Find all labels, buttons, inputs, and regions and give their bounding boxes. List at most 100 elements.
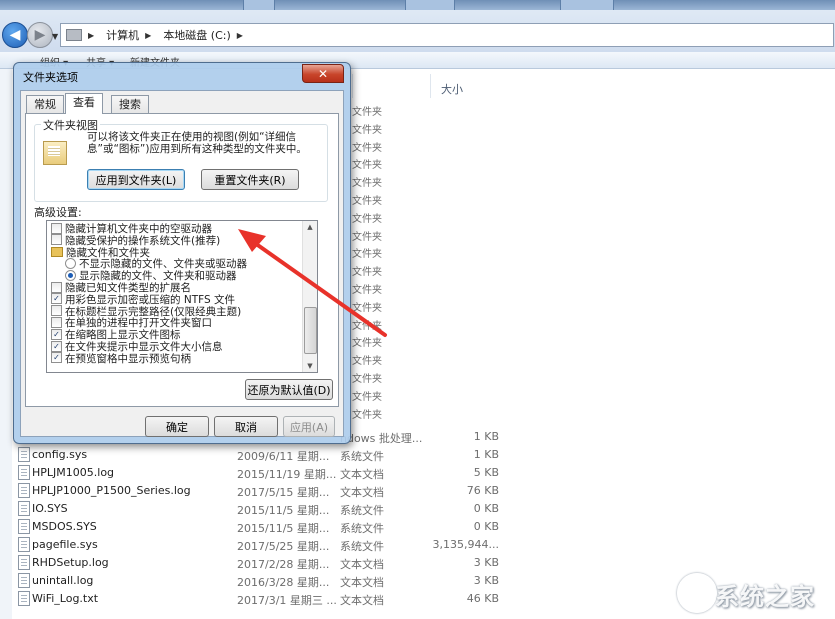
checkbox-checked[interactable]: ✓ [51, 293, 62, 304]
chevron-right-icon[interactable]: ▶ [145, 31, 151, 40]
advanced-option-label: 隐藏文件和文件夹 [66, 247, 150, 259]
size-column-header[interactable]: 大小 [441, 81, 463, 97]
file-type: 文本文档 [340, 556, 384, 572]
file-name: RHDSetup.log [32, 556, 109, 569]
row-type-label: 文件夹 [352, 103, 382, 118]
checkbox-checked[interactable]: ✓ [51, 329, 62, 340]
file-size: 1 KB [379, 448, 499, 461]
file-date: 2015/11/5 星期... [237, 502, 329, 518]
breadcrumb-local-disk[interactable]: 本地磁盘 (C:) [163, 27, 230, 43]
file-icon [18, 519, 30, 534]
row-type-label: 文件夹 [352, 281, 382, 296]
advanced-option-label: 在标题栏显示完整路径(仅限经典主题) [65, 306, 241, 318]
file-row[interactable]: config.sys2009/6/11 星期...系统文件1 KB [12, 445, 835, 463]
radio[interactable] [65, 258, 76, 269]
column-divider[interactable] [352, 74, 353, 98]
advanced-option[interactable]: 隐藏已知文件类型的扩展名 [51, 282, 191, 294]
file-date: 2017/3/1 星期三 ... [237, 592, 337, 608]
file-row[interactable]: pagefile.sys2017/5/25 星期...系统文件3,135,944… [12, 535, 835, 553]
radio-selected[interactable] [65, 270, 76, 281]
taskbar-button[interactable] [243, 0, 275, 10]
taskbar-button[interactable] [405, 0, 455, 10]
reset-folders-button[interactable]: 重置文件夹(R) [201, 169, 299, 190]
advanced-option[interactable]: ✓在缩略图上显示文件图标 [51, 329, 181, 341]
address-field[interactable]: ▶ 计算机 ▶ 本地磁盘 (C:) ▶ [60, 23, 834, 47]
advanced-option-label: 隐藏已知文件类型的扩展名 [65, 282, 191, 294]
advanced-settings-list[interactable]: 隐藏计算机文件夹中的空驱动器隐藏受保护的操作系统文件(推荐)隐藏文件和文件夹不显… [46, 220, 318, 373]
file-size: 3 KB [379, 574, 499, 587]
scroll-up-icon[interactable]: ▲ [303, 221, 317, 233]
dialog-title: 文件夹选项 [23, 69, 78, 85]
advanced-option-label: 用彩色显示加密或压缩的 NTFS 文件 [65, 294, 235, 306]
file-type: 文本文档 [340, 574, 384, 590]
file-name: pagefile.sys [32, 538, 98, 551]
file-size: 0 KB [379, 520, 499, 533]
cancel-button[interactable]: 取消 [214, 416, 278, 437]
apply-to-folders-button[interactable]: 应用到文件夹(L) [87, 169, 185, 190]
restore-defaults-button[interactable]: 还原为默认值(D) [245, 379, 333, 400]
chevron-right-icon[interactable]: ▶ [237, 31, 243, 40]
file-icon [18, 591, 30, 606]
advanced-option[interactable]: 隐藏受保护的操作系统文件(推荐) [51, 235, 220, 247]
file-row[interactable]: MSDOS.SYS2015/11/5 星期...系统文件0 KB [12, 517, 835, 535]
scroll-thumb[interactable] [304, 307, 317, 354]
advanced-option[interactable]: 不显示隐藏的文件、文件夹或驱动器 [65, 258, 247, 270]
advanced-option[interactable]: 隐藏计算机文件夹中的空驱动器 [51, 223, 212, 235]
file-type: 文本文档 [340, 484, 384, 500]
advanced-option[interactable]: 显示隐藏的文件、文件夹和驱动器 [65, 270, 237, 282]
file-name: WiFi_Log.txt [32, 592, 98, 605]
breadcrumb-computer[interactable]: 计算机 [106, 27, 139, 43]
row-type-label: 文件夹 [352, 388, 382, 403]
row-type-label: 文件夹 [352, 121, 382, 136]
computer-icon [66, 29, 82, 41]
checkbox[interactable] [51, 305, 62, 316]
checkbox[interactable] [51, 317, 62, 328]
advanced-option-label: 在文件夹提示中显示文件大小信息 [65, 341, 223, 353]
file-type: 系统文件 [340, 520, 384, 536]
advanced-option[interactable]: ✓在文件夹提示中显示文件大小信息 [51, 341, 223, 353]
checkbox[interactable] [51, 282, 62, 293]
checkbox-checked[interactable]: ✓ [51, 341, 62, 352]
file-row[interactable]: RHDSetup.log2017/2/28 星期...文本文档3 KB [12, 553, 835, 571]
watermark-logo [677, 573, 717, 613]
row-type-label: 文件夹 [352, 334, 382, 349]
scroll-down-icon[interactable]: ▼ [303, 360, 317, 372]
history-dropdown-icon[interactable]: ▼ [52, 32, 58, 41]
forward-button[interactable]: ▶ [27, 22, 53, 48]
row-type-label: 文件夹 [352, 370, 382, 385]
advanced-scrollbar[interactable]: ▲ ▼ [302, 221, 317, 372]
file-icon [18, 555, 30, 570]
advanced-option[interactable]: 在标题栏显示完整路径(仅限经典主题) [51, 306, 241, 318]
file-date: 2017/2/28 星期... [237, 556, 329, 572]
back-button[interactable]: ◀ [2, 22, 28, 48]
apply-button[interactable]: 应用(A) [283, 416, 335, 437]
checkbox[interactable] [51, 223, 62, 234]
file-name: MSDOS.SYS [32, 520, 97, 533]
ok-button[interactable]: 确定 [145, 416, 209, 437]
file-type: 文本文档 [340, 592, 384, 608]
folder-views-group: 文件夹视图 可以将该文件夹正在使用的视图(例如“详细信息”或“图标”)应用到所有… [34, 124, 328, 202]
tab-general[interactable]: 常规 [26, 95, 64, 113]
file-icon [18, 483, 30, 498]
column-divider[interactable] [430, 74, 431, 98]
advanced-option[interactable]: ✓用彩色显示加密或压缩的 NTFS 文件 [51, 294, 235, 306]
file-name: HPLJM1005.log [32, 466, 114, 479]
tab-view[interactable]: 查看 [65, 93, 103, 114]
navigation-pane [0, 69, 12, 619]
file-size: 46 KB [379, 592, 499, 605]
file-name: config.sys [32, 448, 87, 461]
close-button[interactable]: ✕ [302, 64, 344, 83]
folder-view-icon [43, 141, 67, 165]
advanced-option: 隐藏文件和文件夹 [51, 247, 150, 259]
tab-search[interactable]: 搜索 [111, 95, 149, 113]
file-row[interactable]: HPLJM1005.log2015/11/19 星期...文本文档5 KB [12, 463, 835, 481]
file-name: HPLJP1000_P1500_Series.log [32, 484, 191, 497]
advanced-option[interactable]: 在单独的进程中打开文件夹窗口 [51, 317, 212, 329]
taskbar-button[interactable] [560, 0, 614, 10]
checkbox-checked[interactable]: ✓ [51, 352, 62, 363]
file-row[interactable]: IO.SYS2015/11/5 星期...系统文件0 KB [12, 499, 835, 517]
file-row[interactable]: HPLJP1000_P1500_Series.log2017/5/15 星期..… [12, 481, 835, 499]
checkbox[interactable] [51, 234, 62, 245]
advanced-option[interactable]: ✓在预览窗格中显示预览句柄 [51, 353, 191, 365]
chevron-right-icon[interactable]: ▶ [88, 31, 94, 40]
